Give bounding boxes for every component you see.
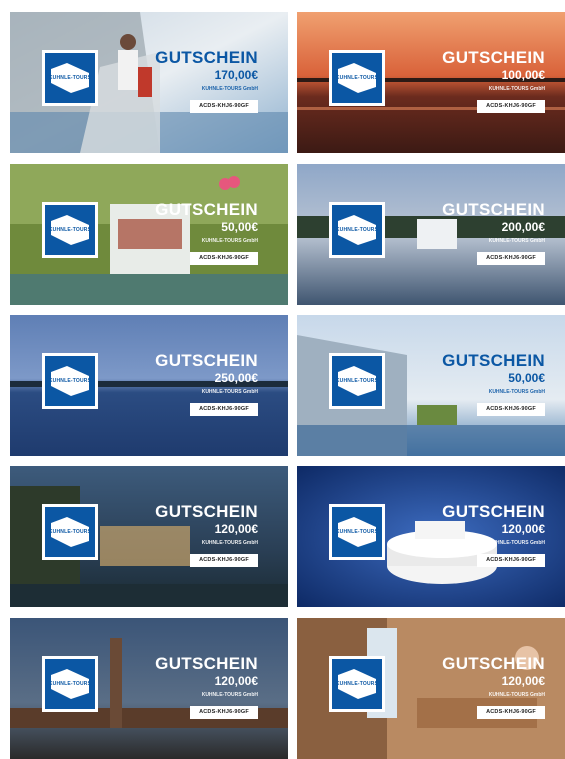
logo-text: KUHNLE-TOURS <box>335 529 379 535</box>
voucher-amount: 170,00€ <box>214 68 258 82</box>
voucher-code: ACDS-KHJ6-90GF <box>477 403 545 416</box>
voucher-company: KUHNLE-TOURS GmbH <box>201 692 258 698</box>
voucher-title: GUTSCHEIN <box>442 351 545 370</box>
voucher-amount: 120,00€ <box>214 522 258 536</box>
voucher-code: ACDS-KHJ6-90GF <box>190 403 258 416</box>
voucher-code: ACDS-KHJ6-90GF <box>190 252 258 265</box>
voucher-card-200[interactable]: KUHNLE-TOURS GUTSCHEIN 200,00€ KUHNLE-TO… <box>297 164 565 305</box>
logo-text: KUHNLE-TOURS <box>48 681 92 687</box>
voucher-card-100[interactable]: KUHNLE-TOURS GUTSCHEIN 100,00€ KUHNLE-TO… <box>297 12 565 153</box>
logo-text: KUHNLE-TOURS <box>48 529 92 535</box>
voucher-code: ACDS-KHJ6-90GF <box>477 554 545 567</box>
voucher-amount: 120,00€ <box>501 522 545 536</box>
voucher-title: GUTSCHEIN <box>155 200 258 219</box>
voucher-title: GUTSCHEIN <box>155 351 258 370</box>
voucher-code: ACDS-KHJ6-90GF <box>190 100 258 113</box>
voucher-company: KUHNLE-TOURS GmbH <box>488 238 545 244</box>
voucher-amount: 120,00€ <box>214 674 258 688</box>
logo-text: KUHNLE-TOURS <box>48 227 92 233</box>
voucher-amount: 250,00€ <box>214 371 258 385</box>
voucher-company: KUHNLE-TOURS GmbH <box>201 86 258 92</box>
kuhnle-tours-logo: KUHNLE-TOURS <box>329 504 385 560</box>
voucher-company: KUHNLE-TOURS GmbH <box>488 389 545 395</box>
voucher-title: GUTSCHEIN <box>442 654 545 673</box>
kuhnle-tours-logo: KUHNLE-TOURS <box>42 202 98 258</box>
voucher-company: KUHNLE-TOURS GmbH <box>201 389 258 395</box>
voucher-card-120-bridge[interactable]: KUHNLE-TOURS GUTSCHEIN 120,00€ KUHNLE-TO… <box>10 618 288 759</box>
voucher-title: GUTSCHEIN <box>442 502 545 521</box>
voucher-code: ACDS-KHJ6-90GF <box>477 100 545 113</box>
voucher-card-120-night[interactable]: KUHNLE-TOURS GUTSCHEIN 120,00€ KUHNLE-TO… <box>10 466 288 607</box>
voucher-card-250[interactable]: KUHNLE-TOURS GUTSCHEIN 250,00€ KUHNLE-TO… <box>10 315 288 456</box>
voucher-company: KUHNLE-TOURS GmbH <box>488 86 545 92</box>
logo-text: KUHNLE-TOURS <box>335 227 379 233</box>
voucher-company: KUHNLE-TOURS GmbH <box>488 692 545 698</box>
kuhnle-tours-logo: KUHNLE-TOURS <box>329 50 385 106</box>
voucher-company: KUHNLE-TOURS GmbH <box>201 238 258 244</box>
voucher-amount: 50,00€ <box>221 220 258 234</box>
kuhnle-tours-logo: KUHNLE-TOURS <box>42 504 98 560</box>
logo-text: KUHNLE-TOURS <box>335 75 379 81</box>
voucher-card-170[interactable]: KUHNLE-TOURS GUTSCHEIN 170,00€ KUHNLE-TO… <box>10 12 288 153</box>
voucher-company: KUHNLE-TOURS GmbH <box>488 540 545 546</box>
kuhnle-tours-logo: KUHNLE-TOURS <box>329 656 385 712</box>
voucher-card-120-sauna[interactable]: KUHNLE-TOURS GUTSCHEIN 120,00€ KUHNLE-TO… <box>297 618 565 759</box>
voucher-card-50-green[interactable]: KUHNLE-TOURS GUTSCHEIN 50,00€ KUHNLE-TOU… <box>10 164 288 305</box>
voucher-amount: 200,00€ <box>501 220 545 234</box>
voucher-code: ACDS-KHJ6-90GF <box>477 706 545 719</box>
voucher-amount: 120,00€ <box>501 674 545 688</box>
kuhnle-tours-logo: KUHNLE-TOURS <box>329 353 385 409</box>
voucher-code: ACDS-KHJ6-90GF <box>190 706 258 719</box>
voucher-card-120-cake[interactable]: KUHNLE-TOURS GUTSCHEIN 120,00€ KUHNLE-TO… <box>297 466 565 607</box>
kuhnle-tours-logo: KUHNLE-TOURS <box>42 656 98 712</box>
voucher-title: GUTSCHEIN <box>442 200 545 219</box>
voucher-company: KUHNLE-TOURS GmbH <box>201 540 258 546</box>
voucher-amount: 50,00€ <box>508 371 545 385</box>
voucher-title: GUTSCHEIN <box>442 48 545 67</box>
voucher-code: ACDS-KHJ6-90GF <box>477 252 545 265</box>
kuhnle-tours-logo: KUHNLE-TOURS <box>42 353 98 409</box>
voucher-code: ACDS-KHJ6-90GF <box>190 554 258 567</box>
voucher-title: GUTSCHEIN <box>155 502 258 521</box>
logo-text: KUHNLE-TOURS <box>335 378 379 384</box>
logo-text: KUHNLE-TOURS <box>335 681 379 687</box>
voucher-amount: 100,00€ <box>501 68 545 82</box>
kuhnle-tours-logo: KUHNLE-TOURS <box>329 202 385 258</box>
logo-text: KUHNLE-TOURS <box>48 378 92 384</box>
logo-text: KUHNLE-TOURS <box>48 75 92 81</box>
kuhnle-tours-logo: KUHNLE-TOURS <box>42 50 98 106</box>
voucher-title: GUTSCHEIN <box>155 654 258 673</box>
voucher-title: GUTSCHEIN <box>155 48 258 67</box>
voucher-card-50-blue[interactable]: KUHNLE-TOURS GUTSCHEIN 50,00€ KUHNLE-TOU… <box>297 315 565 456</box>
